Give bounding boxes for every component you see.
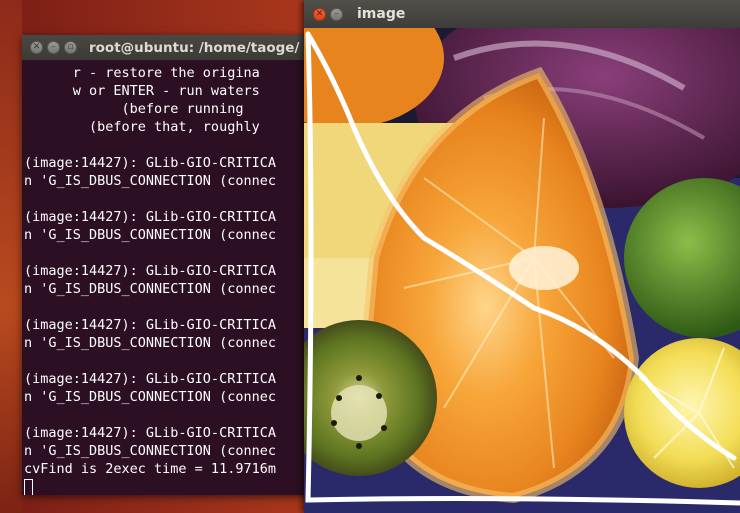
- image-window-title: image: [357, 6, 406, 22]
- minimize-icon[interactable]: –: [47, 41, 60, 54]
- terminal-line: (image:14427): GLib-GIO-CRITICA: [24, 155, 276, 171]
- maximize-icon[interactable]: ▫: [64, 41, 77, 54]
- terminal-window[interactable]: ✕ – ▫ root@ubuntu: /home/taoge/ r - rest…: [22, 35, 342, 495]
- terminal-line: (image:14427): GLib-GIO-CRITICA: [24, 263, 276, 279]
- terminal-line: w or ENTER - run waters: [24, 83, 260, 99]
- terminal-titlebar[interactable]: ✕ – ▫ root@ubuntu: /home/taoge/: [22, 35, 342, 60]
- terminal-line: n 'G_IS_DBUS_CONNECTION (connec: [24, 227, 276, 243]
- terminal-line: (before that, roughly: [24, 119, 260, 135]
- terminal-cursor: [24, 479, 33, 495]
- minimize-icon[interactable]: –: [330, 7, 343, 21]
- fruit-photo: [304, 28, 740, 513]
- terminal-line: (image:14427): GLib-GIO-CRITICA: [24, 209, 276, 225]
- terminal-line: (before running: [24, 101, 244, 117]
- terminal-line: n 'G_IS_DBUS_CONNECTION (connec: [24, 335, 276, 351]
- image-titlebar[interactable]: ✕ – image: [304, 0, 740, 28]
- close-icon[interactable]: ✕: [313, 7, 326, 21]
- image-window[interactable]: ✕ – image: [304, 0, 740, 513]
- terminal-line: cvFind is 2exec time = 11.9716m: [24, 461, 276, 477]
- terminal-line: (image:14427): GLib-GIO-CRITICA: [24, 317, 276, 333]
- terminal-output[interactable]: r - restore the origina w or ENTER - run…: [22, 60, 342, 495]
- desktop-launcher-edge: [0, 0, 22, 513]
- terminal-title: root@ubuntu: /home/taoge/: [89, 39, 300, 56]
- terminal-line: (image:14427): GLib-GIO-CRITICA: [24, 425, 276, 441]
- close-icon[interactable]: ✕: [30, 41, 43, 54]
- terminal-line: n 'G_IS_DBUS_CONNECTION (connec: [24, 443, 276, 459]
- image-canvas[interactable]: [304, 28, 740, 513]
- terminal-prompt-line[interactable]: [24, 478, 342, 495]
- terminal-line: n 'G_IS_DBUS_CONNECTION (connec: [24, 173, 276, 189]
- terminal-line: r - restore the origina: [24, 65, 260, 81]
- terminal-line: (image:14427): GLib-GIO-CRITICA: [24, 371, 276, 387]
- terminal-line: n 'G_IS_DBUS_CONNECTION (connec: [24, 281, 276, 297]
- terminal-line: n 'G_IS_DBUS_CONNECTION (connec: [24, 389, 276, 405]
